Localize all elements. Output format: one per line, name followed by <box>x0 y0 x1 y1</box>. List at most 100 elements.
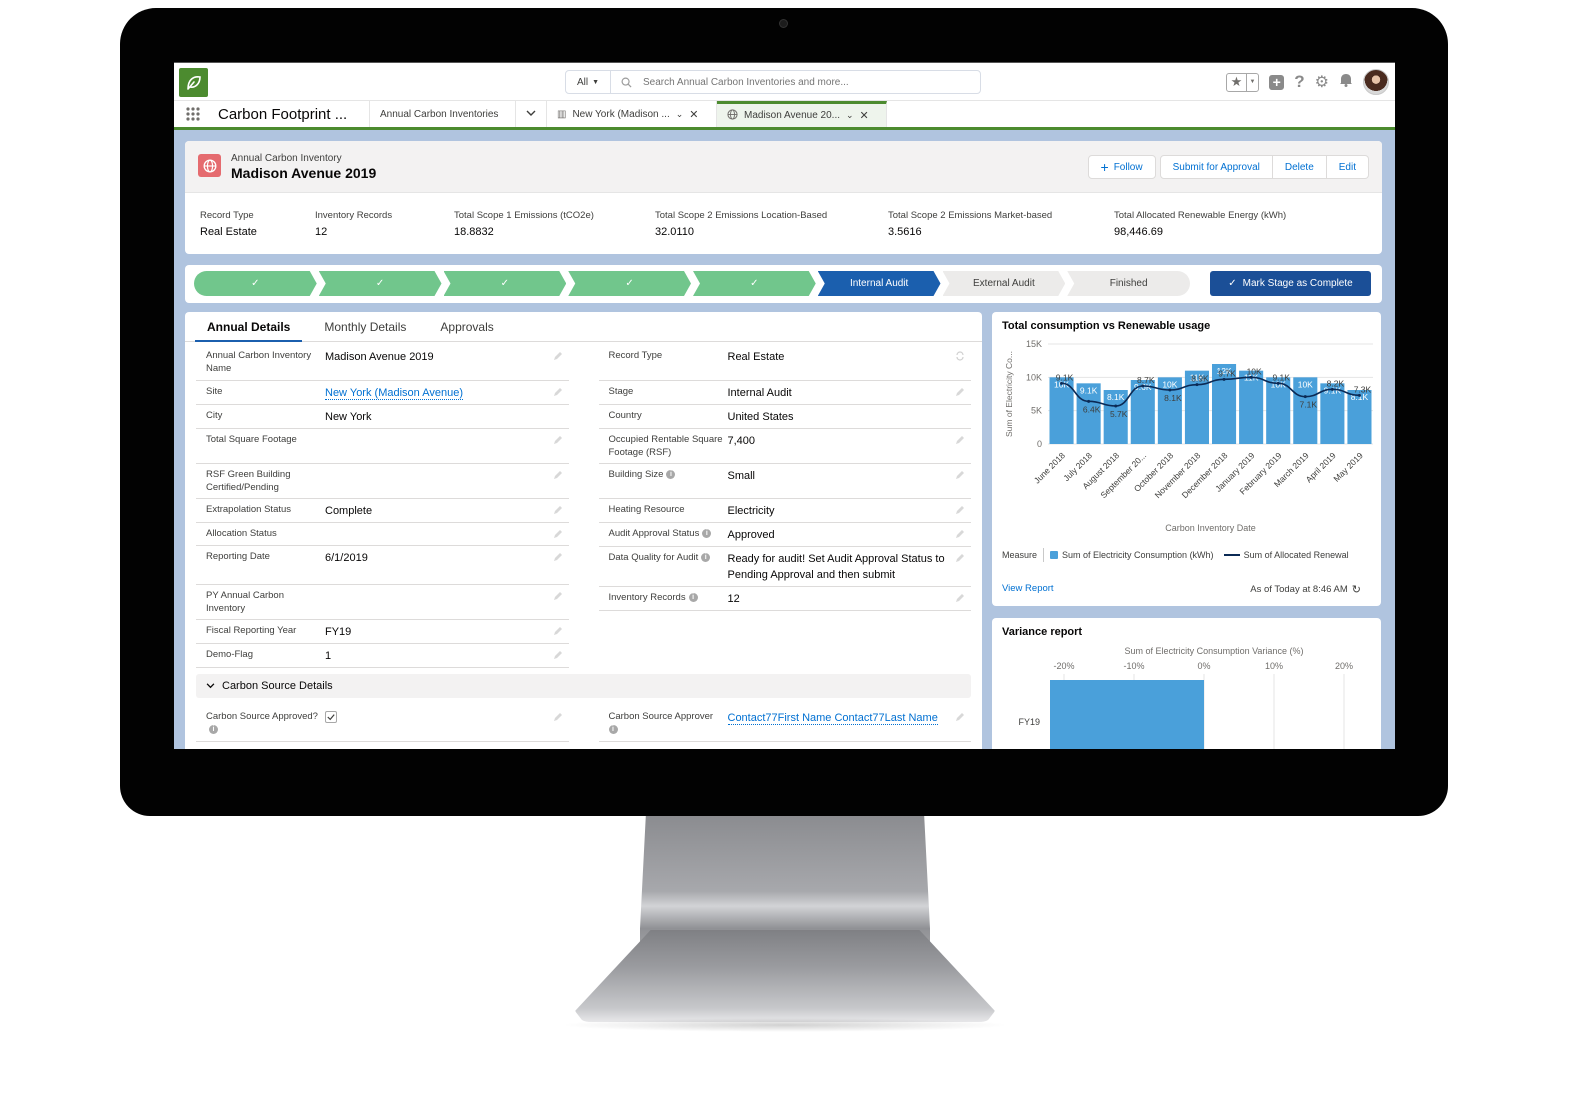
tab-annual-details[interactable]: Annual Details <box>195 312 303 342</box>
legend-label: Sum of Electricity Consumption (kWh) <box>1062 550 1214 560</box>
nav-tab-new-york[interactable]: ▥ New York (Madison ... ⌄ ✕ <box>547 101 717 127</box>
app-name: Carbon Footprint ... <box>212 101 370 127</box>
x-tick-label: May 2019 <box>1331 450 1365 484</box>
check-icon: ✓ <box>251 278 260 289</box>
refresh-icon[interactable]: ↻ <box>1352 583 1361 596</box>
delete-button[interactable]: Delete <box>1272 155 1327 179</box>
follow-button[interactable]: + Follow <box>1087 155 1156 179</box>
field-value <box>325 433 569 460</box>
field-value <box>325 589 569 616</box>
search-scope-select[interactable]: All ▼ <box>566 71 611 93</box>
app-logo[interactable] <box>179 68 208 97</box>
edit-pencil-icon[interactable] <box>553 505 563 515</box>
field-value-text: Real Estate <box>727 351 785 363</box>
edit-pencil-icon[interactable] <box>955 553 965 563</box>
field-carbon-source-approved: Carbon Source Approved? i <box>196 706 569 742</box>
gear-icon[interactable]: ⚙ <box>1315 72 1329 92</box>
info-icon[interactable]: i <box>209 724 218 734</box>
bar-data-label: 8.1K <box>1107 392 1125 402</box>
edit-pencil-icon[interactable] <box>955 505 965 515</box>
field-value-text[interactable]: New York (Madison Avenue) <box>325 387 463 400</box>
line-point-2[interactable] <box>1087 399 1091 403</box>
edit-button[interactable]: Edit <box>1326 155 1369 179</box>
approver-link-text[interactable]: Contact77First Name Contact77Last Name <box>727 712 938 725</box>
highlight-value: 18.8832 <box>454 226 494 238</box>
edit-pencil-icon[interactable] <box>955 712 965 722</box>
field-reporting-date: Reporting Date 6/1/2019 <box>196 546 569 585</box>
path-stage-8[interactable]: Finished <box>1067 271 1190 296</box>
tab-monthly-details[interactable]: Monthly Details <box>312 312 418 341</box>
edit-pencil-icon[interactable] <box>955 387 965 397</box>
line-point-3[interactable] <box>1114 404 1118 408</box>
carbon-source-approver-link[interactable]: Contact77First Name Contact77Last Name <box>727 710 972 738</box>
caret-down-icon: ▼ <box>1249 79 1256 85</box>
close-tab-icon[interactable]: ✕ <box>689 108 698 121</box>
path-stage-2[interactable]: ✓ <box>319 271 442 296</box>
edit-pencil-icon[interactable] <box>553 591 563 601</box>
variance-bar-fy19[interactable] <box>1050 680 1204 749</box>
edit-pencil-icon[interactable] <box>955 435 965 445</box>
edit-pencil-icon[interactable] <box>553 435 563 445</box>
nav-menu-dropdown[interactable] <box>516 101 547 127</box>
path-stage-7[interactable]: External Audit <box>943 271 1066 296</box>
path-stage-1[interactable]: ✓ <box>194 271 317 296</box>
favorites-button[interactable]: ★ ▼ <box>1226 72 1260 92</box>
field-label: Carbon Source Approved? i <box>206 710 325 738</box>
field-label-text: Record Type <box>608 350 663 361</box>
submit-for-approval-button[interactable]: Submit for Approval <box>1159 155 1273 179</box>
tab-approvals[interactable]: Approvals <box>428 312 505 341</box>
variance-report-card: Variance report Sum of Electricity Consu… <box>992 618 1381 749</box>
follow-label: Follow <box>1113 161 1143 173</box>
bell-icon[interactable] <box>1339 72 1353 92</box>
line-point-10[interactable] <box>1303 395 1307 399</box>
edit-pencil-icon[interactable] <box>955 593 965 603</box>
nav-tab-annual-carbon-inventories[interactable]: Annual Carbon Inventories <box>370 101 516 127</box>
field-occupied-rentable-square-footage-rsf: Occupied Rentable Square Footage (RSF) 7,… <box>598 429 971 464</box>
path-stage-4[interactable]: ✓ <box>568 271 691 296</box>
edit-pencil-icon[interactable] <box>553 529 563 539</box>
edit-pencil-icon[interactable] <box>553 650 563 660</box>
info-icon[interactable]: i <box>701 552 711 562</box>
mark-stage-complete-button[interactable]: ✓ Mark Stage as Complete <box>1210 271 1371 296</box>
info-icon[interactable]: i <box>666 469 676 479</box>
mark-stage-label: Mark Stage as Complete <box>1242 278 1353 289</box>
change-record-type-icon[interactable] <box>955 351 965 361</box>
line-data-label: 8.9K <box>1191 374 1209 384</box>
add-icon[interactable]: + <box>1269 74 1285 90</box>
edit-pencil-icon[interactable] <box>553 387 563 397</box>
field-annual-carbon-inventory-name: Annual Carbon Inventory Name Madison Aven… <box>196 345 569 381</box>
edit-pencil-icon[interactable] <box>553 552 563 562</box>
highlight-label: Total Scope 2 Emissions Market-based <box>888 210 1053 221</box>
line-point-5[interactable] <box>1168 388 1172 392</box>
path-stage-6[interactable]: Internal Audit <box>818 271 941 296</box>
path-stage-3[interactable]: ✓ <box>444 271 567 296</box>
edit-pencil-icon[interactable] <box>553 470 563 480</box>
edit-pencil-icon[interactable] <box>955 470 965 480</box>
chevron-down-icon[interactable]: ⌄ <box>846 110 854 121</box>
path-stage-5[interactable]: ✓ <box>693 271 816 296</box>
info-icon[interactable]: i <box>608 724 618 734</box>
edit-pencil-icon[interactable] <box>553 351 563 361</box>
help-icon[interactable]: ? <box>1294 72 1304 92</box>
app-launcher-button[interactable] <box>174 101 212 127</box>
edit-pencil-icon[interactable] <box>955 529 965 539</box>
nav-tab-madison-avenue[interactable]: Madison Avenue 20... ⌄ ✕ <box>717 101 887 127</box>
field-label: Heating Resource <box>609 503 728 519</box>
user-avatar[interactable] <box>1363 69 1389 95</box>
field-value: 1 <box>325 648 569 664</box>
field-value <box>325 527 569 542</box>
close-tab-icon[interactable]: ✕ <box>860 109 869 122</box>
edit-pencil-icon[interactable] <box>553 626 563 636</box>
legend-item-electricity[interactable]: Sum of Electricity Consumption (kWh) <box>1050 550 1214 560</box>
legend-item-renewable[interactable]: Sum of Allocated Renewal <box>1223 550 1349 560</box>
plus-icon: + <box>1100 159 1109 175</box>
info-icon[interactable]: i <box>688 592 698 602</box>
chevron-down-icon[interactable]: ⌄ <box>676 109 684 120</box>
view-report-link[interactable]: View Report <box>1002 583 1054 594</box>
site-link[interactable]: New York (Madison Avenue) <box>325 385 569 401</box>
edit-pencil-icon[interactable] <box>553 712 563 722</box>
info-icon[interactable]: i <box>702 528 712 538</box>
section-carbon-source-details[interactable]: Carbon Source Details <box>196 674 971 698</box>
global-search[interactable]: All ▼ <box>565 70 981 94</box>
search-input[interactable] <box>643 76 973 88</box>
